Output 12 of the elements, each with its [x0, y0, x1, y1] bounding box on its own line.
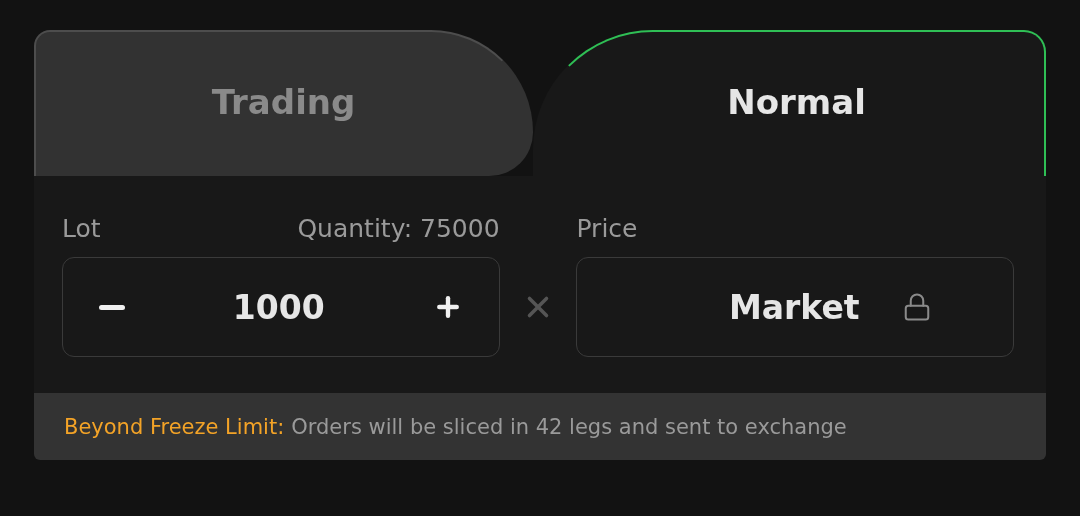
notice-label: Beyond Freeze Limit:	[64, 414, 285, 439]
quantity-text: Quantity: 75000	[297, 214, 500, 243]
tab[interactable]: Trading	[34, 30, 533, 176]
lot-label: Lot	[62, 214, 101, 243]
price-value: Market	[728, 287, 860, 327]
tab[interactable]: Normal	[533, 30, 1046, 176]
lot-value: 1000	[232, 287, 325, 327]
lot-stepper[interactable]: 1000	[62, 257, 500, 357]
price-field[interactable]: Market	[576, 257, 1014, 357]
notice-message: Orders will be sliced in 42 legs and sent to exchange	[291, 414, 847, 439]
price-label: Price	[576, 214, 638, 243]
minus-icon	[99, 304, 125, 310]
